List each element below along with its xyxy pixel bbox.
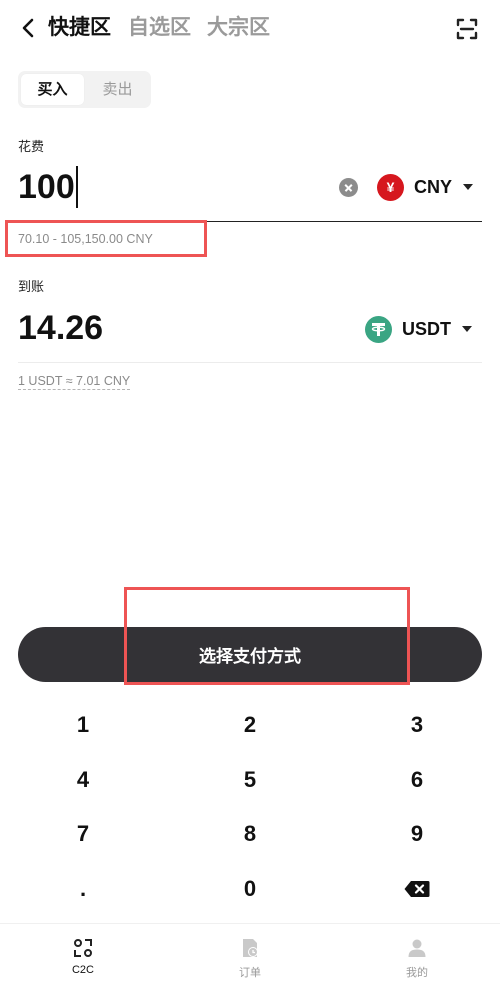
backspace-icon <box>404 881 430 897</box>
bottom-nav: C2C 订单 我的 <box>0 923 500 996</box>
receive-underline <box>18 362 482 363</box>
key-3[interactable]: 3 <box>334 698 500 752</box>
receive-currency-select[interactable]: USDT <box>365 314 472 344</box>
tab-custom[interactable]: 自选区 <box>128 14 191 42</box>
receive-amount: 14.26 <box>18 309 104 347</box>
orders-icon <box>243 939 258 957</box>
tether-icon <box>371 322 386 336</box>
nav-label-orders: 订单 <box>239 967 261 979</box>
spend-currency-code: CNY <box>414 176 453 197</box>
buy-sell-toggle: 买入 卖出 <box>18 71 151 108</box>
chevron-down-icon <box>462 326 472 332</box>
key-0[interactable]: 0 <box>167 862 333 916</box>
c2c-icon <box>74 939 92 957</box>
spend-label: 花费 <box>18 139 45 154</box>
chevron-down-icon <box>463 184 474 190</box>
chevron-left-icon[interactable] <box>17 16 41 40</box>
nav-label-c2c: C2C <box>71 964 94 976</box>
spend-amount-input[interactable]: 100 <box>18 166 78 208</box>
spend-amount-value: 100 <box>18 168 75 206</box>
buy-tab[interactable]: 买入 <box>21 74 84 105</box>
nav-item-c2c[interactable]: C2C <box>0 924 166 996</box>
key-7[interactable]: 7 <box>0 807 166 861</box>
backspace-key[interactable] <box>334 862 500 916</box>
tab-quick[interactable]: 快捷区 <box>48 14 111 42</box>
nav-item-orders[interactable]: 订单 <box>167 924 333 996</box>
key-9[interactable]: 9 <box>334 807 500 861</box>
clear-icon[interactable] <box>339 178 358 197</box>
key-8[interactable]: 8 <box>167 807 333 861</box>
highlight-box-button <box>124 587 410 685</box>
scan-icon[interactable] <box>455 17 479 41</box>
profile-icon <box>408 939 426 957</box>
key-2[interactable]: 2 <box>167 698 333 752</box>
cny-icon: ¥ <box>377 173 404 201</box>
top-bar: 快捷区 自选区 大宗区 <box>0 0 500 58</box>
nav-item-profile[interactable]: 我的 <box>334 924 500 996</box>
highlight-box-range <box>5 220 207 257</box>
key-6[interactable]: 6 <box>334 753 500 807</box>
receive-label: 到账 <box>18 279 45 294</box>
exchange-rate-hint[interactable]: 1 USDT ≈ 7.01 CNY <box>18 374 131 390</box>
text-caret <box>75 166 78 208</box>
key-1[interactable]: 1 <box>0 698 166 752</box>
key-4[interactable]: 4 <box>0 753 166 807</box>
usdt-icon <box>365 315 392 343</box>
nav-label-profile: 我的 <box>406 967 428 979</box>
key-5[interactable]: 5 <box>167 753 333 807</box>
sell-tab[interactable]: 卖出 <box>86 74 149 105</box>
tab-block[interactable]: 大宗区 <box>207 14 270 42</box>
key-decimal[interactable]: . <box>0 862 166 916</box>
receive-currency-code: USDT <box>402 318 451 339</box>
spend-currency-select[interactable]: ¥ CNY <box>377 172 474 202</box>
